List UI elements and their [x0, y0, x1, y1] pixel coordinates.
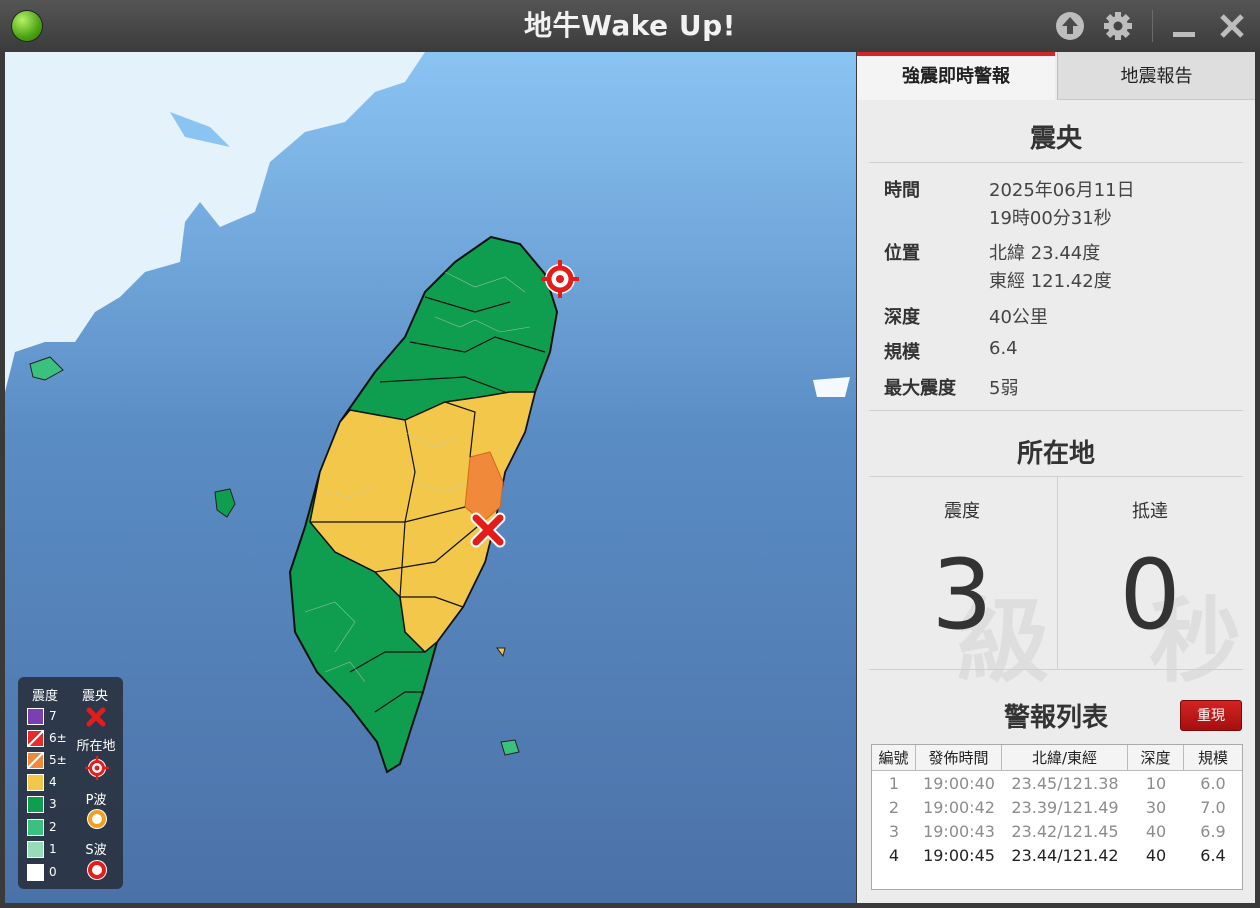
time-clock-value: 19時00分31秒	[989, 208, 1112, 229]
legend-location-icon	[85, 756, 109, 780]
tab-earthquake-report[interactable]: 地震報告	[1057, 52, 1255, 100]
legend-location-header: 所在地	[76, 739, 116, 754]
col-header-time: 發佈時間	[916, 745, 1002, 771]
legend-intensity-header: 震度	[32, 689, 59, 704]
max-intensity-label: 最大震度	[884, 378, 956, 399]
divider	[869, 476, 1243, 477]
magnitude-label: 規模	[884, 342, 920, 363]
col-header-depth: 深度	[1128, 745, 1184, 771]
depth-label: 深度	[884, 307, 920, 328]
local-intensity-label: 震度	[944, 501, 980, 522]
arrival-seconds-value: 0	[1119, 539, 1181, 651]
pwave-icon	[87, 809, 107, 829]
arrival-label: 抵達	[1132, 501, 1168, 522]
intensity-map[interactable]: 震度 震央 7 6± 5± 4 3 2 1 0 所在地 P波 S波	[5, 52, 856, 903]
island-yonaguni	[813, 377, 850, 397]
col-header-no: 編號	[872, 745, 916, 771]
swave-icon	[87, 860, 107, 880]
island-greenisland	[496, 647, 506, 658]
app-window: 地牛Wake Up! 震度 震央 7 6± 5± 4 3 2 1 0 所在地 P…	[0, 0, 1260, 908]
titlebar-divider	[1152, 10, 1153, 42]
divider	[869, 410, 1243, 411]
longitude-value: 東經 121.42度	[989, 271, 1112, 292]
depth-value: 40公里	[989, 307, 1048, 328]
mainland-coast	[5, 52, 425, 392]
latitude-value: 北緯 23.44度	[989, 243, 1101, 264]
alert-table: 編號 發佈時間 北緯/東經 深度 規模 1 19:00:40 23.45/121…	[871, 744, 1243, 890]
divider	[869, 162, 1243, 163]
gear-icon[interactable]	[1102, 10, 1134, 42]
close-icon[interactable]	[1216, 10, 1248, 42]
legend-swave-header: S波	[85, 843, 107, 858]
replay-button[interactable]: 重現	[1180, 700, 1242, 731]
local-intensity-value: 3	[931, 539, 993, 651]
title-bar[interactable]: 地牛Wake Up!	[0, 0, 1260, 52]
map-canvas	[5, 52, 850, 774]
time-date-value: 2025年06月11日	[989, 180, 1135, 201]
location-label: 位置	[884, 243, 920, 264]
island-matsu	[29, 356, 64, 381]
time-label: 時間	[884, 180, 920, 201]
minimize-icon[interactable]	[1168, 10, 1200, 42]
info-panel: 強震即時警報 地震報告 震央 時間 2025年06月11日 19時00分31秒 …	[857, 52, 1255, 903]
legend-epicenter-header: 震央	[82, 689, 109, 704]
intensity-legend: 震度 震央 7 6± 5± 4 3 2 1 0 所在地 P波 S波	[18, 677, 123, 889]
tab-realtime-alert[interactable]: 強震即時警報	[857, 52, 1055, 100]
epicenter-title: 震央	[1029, 124, 1082, 154]
island-lanyu	[500, 739, 520, 756]
max-intensity-value: 5弱	[989, 378, 1019, 399]
update-icon[interactable]	[1054, 10, 1086, 42]
legend-pwave-header: P波	[85, 793, 107, 808]
local-title: 所在地	[1016, 439, 1095, 469]
legend-epicenter-icon	[86, 707, 106, 727]
col-header-mag: 規模	[1184, 745, 1242, 771]
island-penghu	[214, 488, 236, 518]
divider	[869, 669, 1243, 670]
col-header-coord: 北緯/東經	[1002, 745, 1128, 771]
magnitude-value: 6.4	[989, 338, 1018, 359]
